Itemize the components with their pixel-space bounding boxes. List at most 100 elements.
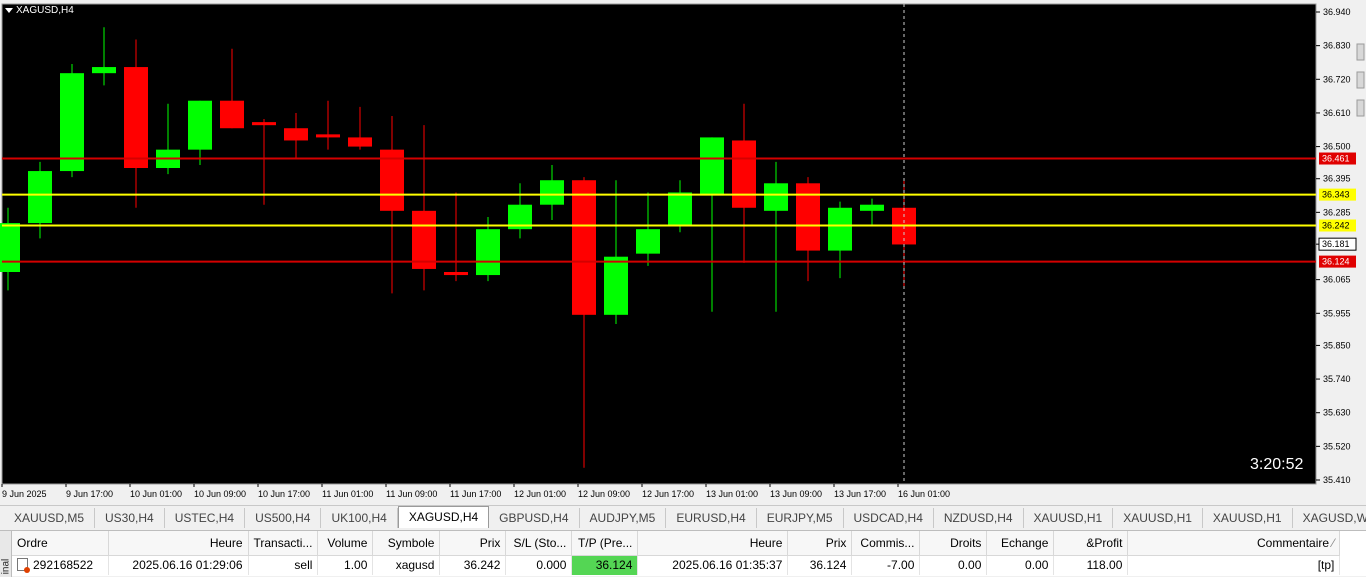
chart-symbol-label: XAGUSD,H4 [16, 5, 74, 16]
candle-body [764, 183, 788, 211]
time-axis-label: 11 Jun 17:00 [450, 489, 501, 499]
cell-ordre: 292168522 [12, 555, 109, 575]
cell-echange: 0.00 [986, 555, 1055, 575]
col-profit[interactable]: &Profit [1053, 531, 1129, 556]
col-commentaire[interactable]: Commentaire ⁄ [1127, 531, 1341, 556]
price-axis-label: 35.740 [1323, 374, 1351, 384]
col-ordre[interactable]: Ordre [12, 531, 109, 556]
price-axis-label: 35.410 [1323, 475, 1351, 485]
cell-symbole: xagusd [372, 555, 441, 575]
time-axis-label: 10 Jun 17:00 [258, 489, 310, 499]
time-axis-label: 10 Jun 01:00 [130, 489, 182, 499]
candle-body [444, 272, 468, 276]
price-axis-label: 35.850 [1323, 340, 1351, 350]
col-sl[interactable]: S/L (Sto... [505, 531, 573, 556]
time-axis-label: 11 Jun 09:00 [386, 489, 437, 499]
candle-body [636, 229, 660, 254]
chart-tab[interactable]: XAUUSD,M5 [4, 508, 96, 528]
closed-order-icon [17, 558, 30, 574]
chart-tab[interactable]: AUDJPY,M5 [580, 508, 667, 528]
chart-tab[interactable]: USDCAD,H4 [844, 508, 934, 528]
price-axis-label: 36.500 [1323, 142, 1351, 152]
sidebar-scroll-marker [1356, 71, 1365, 89]
candle-body [284, 128, 308, 141]
time-axis-label: 11 Jun 01:00 [322, 489, 373, 499]
candle-body [572, 180, 596, 315]
chart-tab[interactable]: XAUUSD,H1 [1113, 508, 1203, 528]
price-axis-label: 36.830 [1323, 41, 1351, 51]
candle-body [188, 100, 212, 150]
cell-commentaire: [tp] [1127, 555, 1341, 575]
candle-body [316, 134, 340, 138]
candle-body [220, 100, 244, 129]
cell-transaction: sell [248, 555, 319, 575]
sidebar-scroll-marker [1356, 43, 1365, 61]
chart-tab[interactable]: NZDUSD,H4 [934, 508, 1024, 528]
chart-tab[interactable]: XAGUSD,Weekly [1293, 508, 1366, 528]
current-price-label: 36.181 [1322, 239, 1350, 249]
table-row[interactable]: 292168522 2025.06.16 01:29:06 sell 1.00 … [12, 555, 1341, 575]
col-echange[interactable]: Echange [986, 531, 1055, 556]
price-axis-label: 35.955 [1323, 308, 1351, 318]
price-line-badge-label: 36.124 [1322, 257, 1350, 267]
col-volume[interactable]: Volume [317, 531, 374, 556]
chart-tab[interactable]: EURJPY,M5 [757, 508, 844, 528]
col-droits[interactable]: Droits [919, 531, 988, 556]
cell-heure-open: 2025.06.16 01:29:06 [108, 555, 249, 575]
col-transaction[interactable]: Transacti... [248, 531, 319, 556]
col-symbole[interactable]: Symbole [372, 531, 441, 556]
chart-tab[interactable]: US500,H4 [245, 508, 322, 528]
candle-body [348, 137, 372, 147]
cell-volume: 1.00 [317, 555, 374, 575]
terminal-side-label: inal [0, 531, 12, 577]
terminal-panel: inal Ordre Heure Transacti... Volume Sym… [0, 530, 1366, 577]
candle-body [0, 223, 20, 272]
time-axis-label: 13 Jun 01:00 [706, 489, 758, 499]
price-axis-label: 36.065 [1323, 275, 1351, 285]
chart-tab[interactable]: XAGUSD,H4 [397, 506, 490, 528]
price-chart[interactable]: 36.940 36.830 36.720 36.610 36.500 36.395 36.2… [0, 0, 1366, 504]
cell-prix-close: 36.124 [787, 555, 853, 575]
price-line-badge-label: 36.242 [1322, 221, 1350, 231]
chart-tab[interactable]: GBPUSD,H4 [489, 508, 580, 528]
col-commission[interactable]: Commis... [851, 531, 921, 556]
price-axis-label: 35.520 [1323, 441, 1351, 451]
chart-tabs-bar: XAUUSD,M5 US30,H4 USTEC,H4 US500,H4 UK100,H4… [0, 505, 1366, 528]
chart-tab[interactable]: UK100,H4 [321, 508, 398, 528]
price-axis-label: 36.285 [1323, 207, 1351, 217]
candle-body [668, 192, 692, 227]
time-axis-label: 13 Jun 17:00 [834, 489, 886, 499]
chart-tab[interactable]: USTEC,H4 [165, 508, 246, 528]
cell-tp: 36.124 [571, 555, 639, 575]
time-axis-label: 13 Jun 09:00 [770, 489, 822, 499]
time-axis-label: 12 Jun 09:00 [578, 489, 630, 499]
candle-body [252, 122, 276, 126]
chart-window[interactable]: 36.940 36.830 36.720 36.610 36.500 36.395 36.2… [0, 0, 1366, 504]
chart-tab[interactable]: US30,H4 [95, 508, 165, 528]
col-prix-close[interactable]: Prix [787, 531, 853, 556]
price-axis-label: 36.720 [1323, 74, 1351, 84]
price-axis-label: 36.395 [1323, 174, 1351, 184]
time-axis-label: 10 Jun 09:00 [194, 489, 246, 499]
bar-countdown-timer: 3:20:52 [1250, 456, 1304, 473]
price-line-badge-label: 36.461 [1322, 154, 1350, 164]
col-prix-open[interactable]: Prix [439, 531, 507, 556]
time-axis-label: 16 Jun 01:00 [898, 489, 950, 499]
history-table: Ordre Heure Transacti... Volume Symbole … [12, 531, 1341, 575]
chart-tab[interactable]: EURUSD,H4 [666, 508, 757, 528]
col-heure-open[interactable]: Heure [108, 531, 249, 556]
candle-body [412, 210, 436, 269]
cell-profit: 118.00 [1053, 555, 1129, 575]
price-line-badge-label: 36.343 [1322, 190, 1350, 200]
candle-body [796, 183, 820, 251]
col-tp[interactable]: T/P (Pre... [571, 531, 639, 556]
chart-menu-triangle-icon[interactable] [5, 8, 13, 13]
time-axis-label: 9 Jun 17:00 [66, 489, 113, 499]
candle-body [732, 140, 756, 208]
chart-tab[interactable]: XAUUSD,H1 [1203, 508, 1293, 528]
col-heure-close[interactable]: Heure [637, 531, 789, 556]
chart-tab[interactable]: XAUUSD,H1 [1024, 508, 1114, 528]
candle-body [28, 171, 52, 224]
cell-sl: 0.000 [505, 555, 573, 575]
candle-body [604, 256, 628, 315]
